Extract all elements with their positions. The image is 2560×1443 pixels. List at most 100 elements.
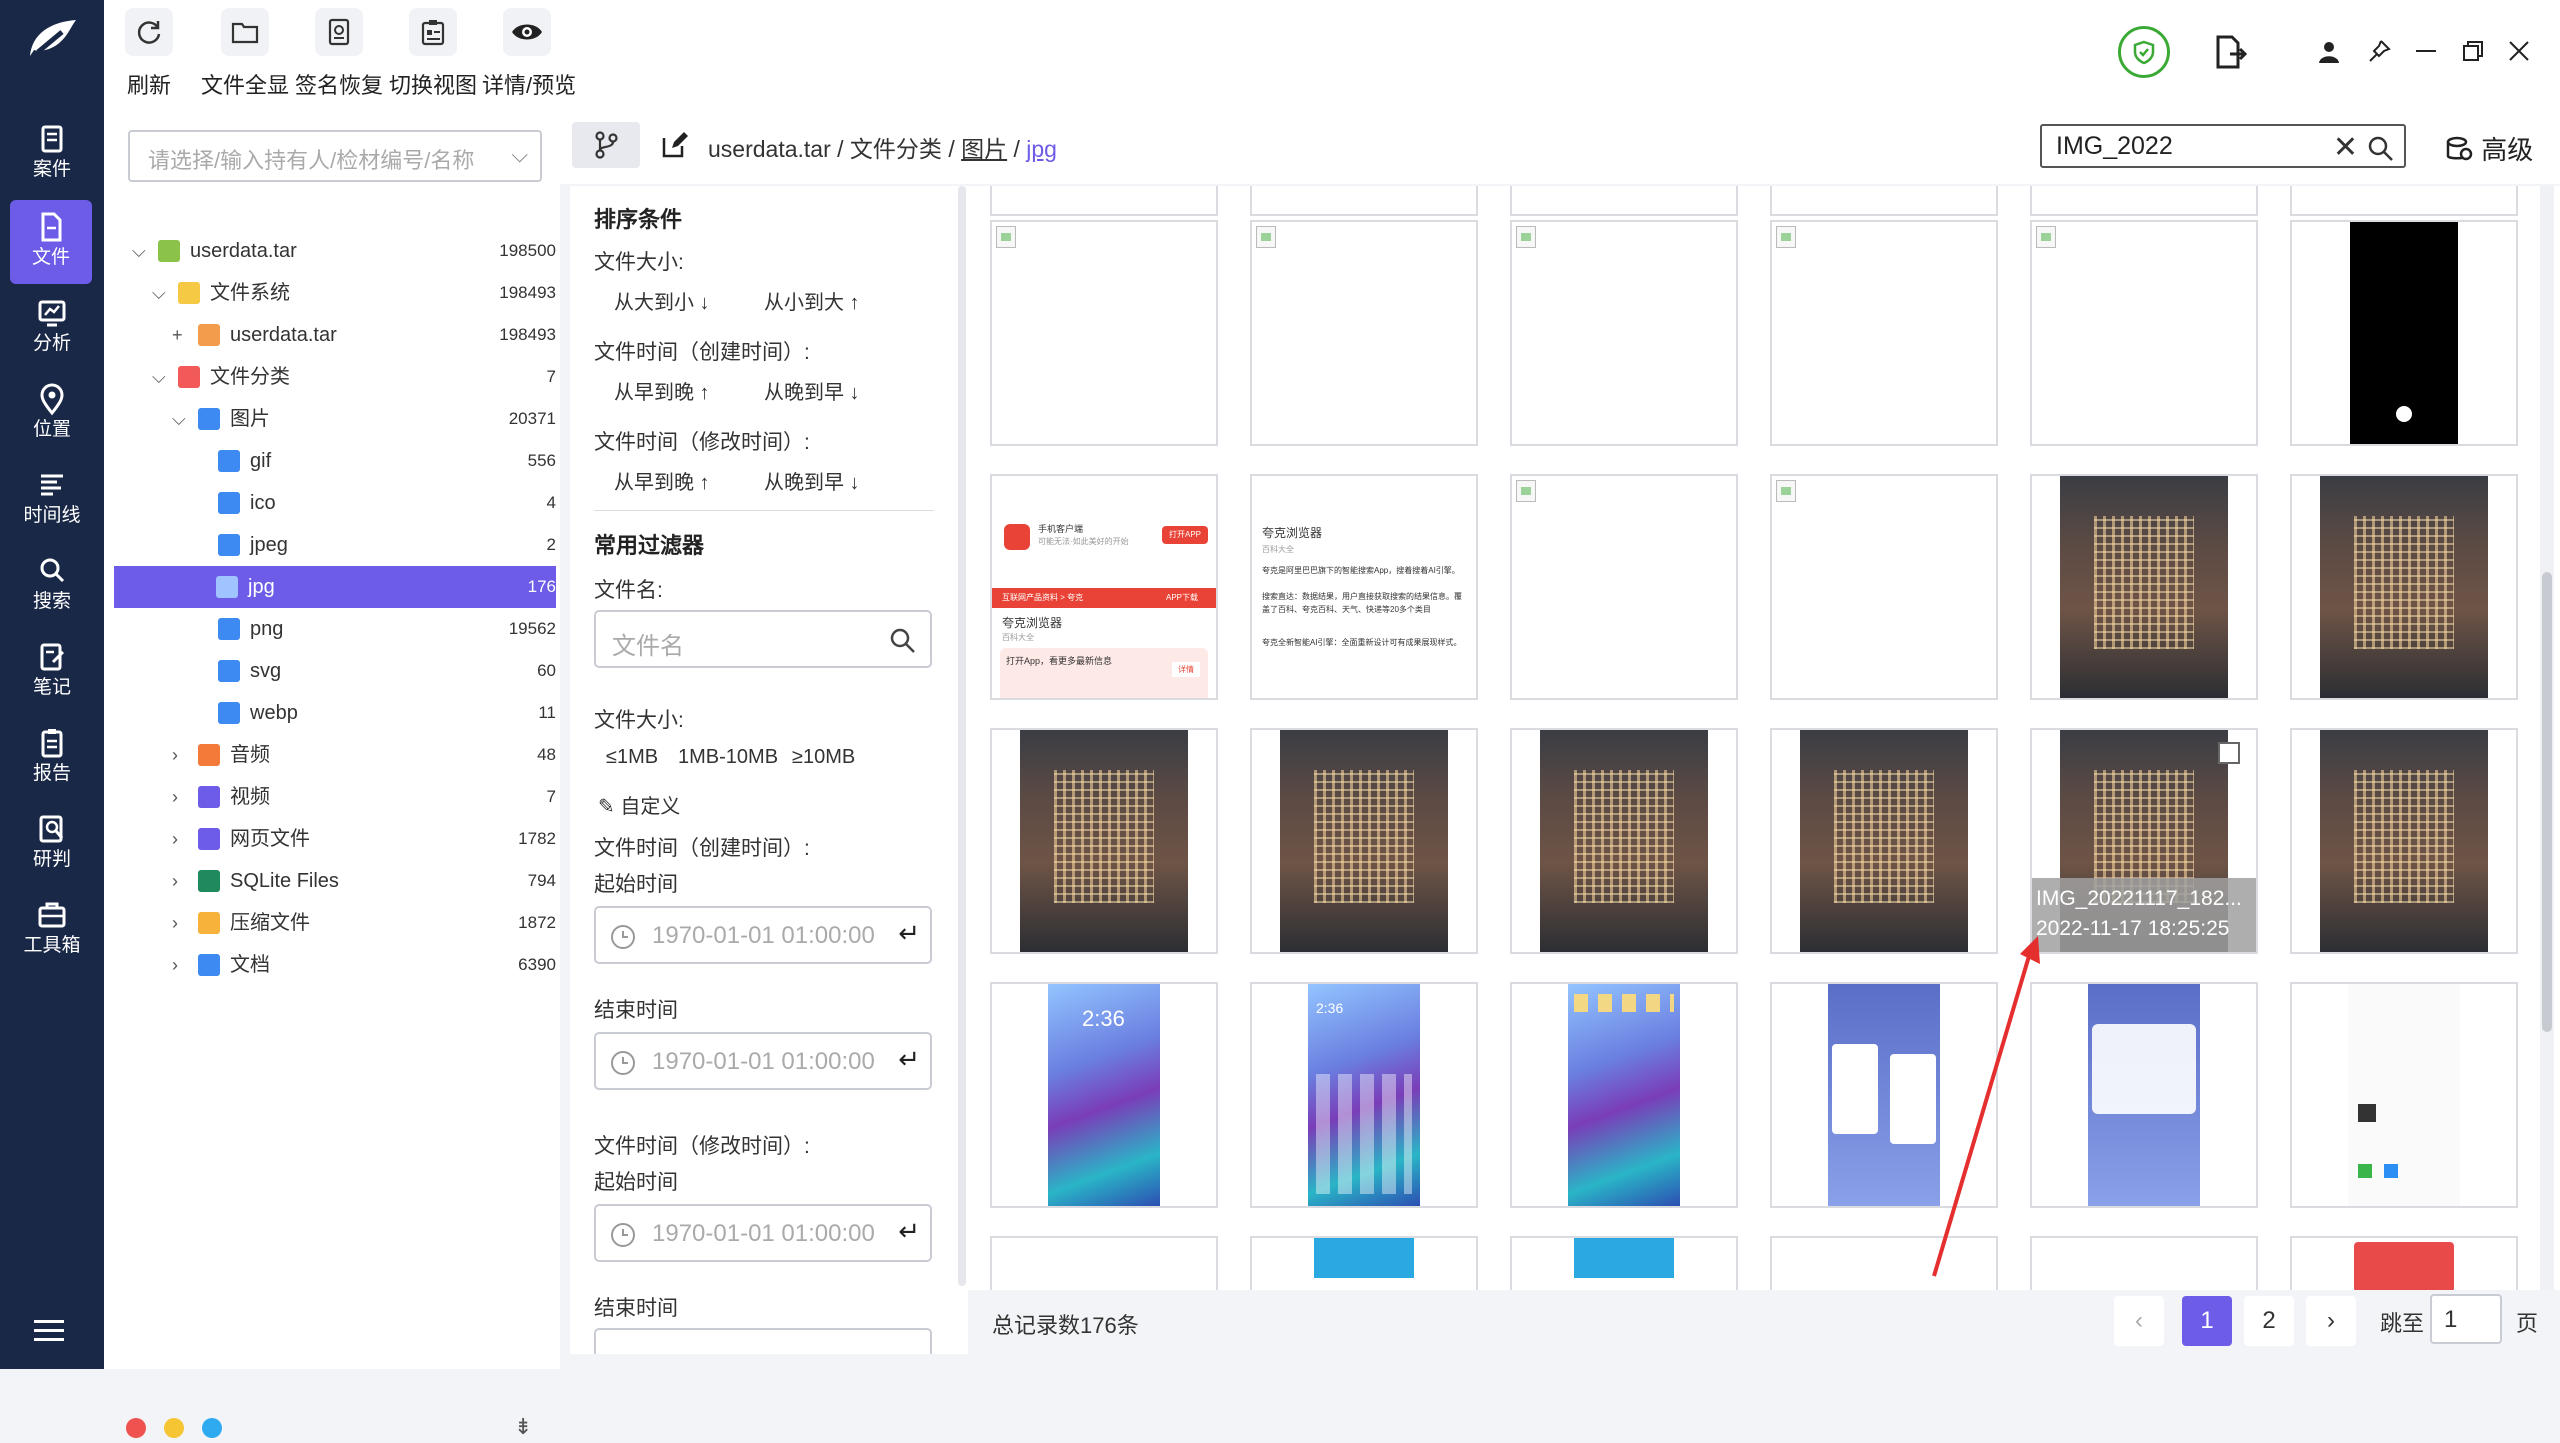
tree-node[interactable]: › SQLite Files 794: [116, 860, 556, 902]
thumbnail[interactable]: [2290, 982, 2518, 1208]
sort-size-desc[interactable]: 从大到小 ↓: [614, 286, 710, 315]
thumbnail[interactable]: [990, 728, 1218, 954]
tree-node[interactable]: ⌵ 文件分类 7: [116, 356, 556, 398]
thumbnail[interactable]: 夸克浏览器 百科大全 夸克是阿里巴巴旗下的智能搜索App，搜着搜着AI引擎。 搜…: [1250, 474, 1478, 700]
pin-icon[interactable]: [2366, 38, 2392, 69]
crumb-root[interactable]: userdata.tar: [708, 136, 831, 162]
size-opt-medium[interactable]: 1MB-10MB: [678, 746, 778, 769]
expand-toggle-icon[interactable]: ⌵: [152, 356, 166, 398]
ctime-end-input[interactable]: 1970-01-01 01:00:00 ↵: [594, 1032, 932, 1090]
thumbnail[interactable]: [1510, 728, 1738, 954]
export-file-icon[interactable]: [2214, 34, 2248, 75]
tree-node[interactable]: › 网页文件 1782: [116, 818, 556, 860]
thumbnail[interactable]: [2030, 1236, 2258, 1290]
thumbnail[interactable]: [1250, 728, 1478, 954]
rail-item-note[interactable]: 笔记: [0, 630, 104, 714]
sort-mtime-asc[interactable]: 从早到晚 ↑: [614, 466, 710, 495]
expand-toggle-icon[interactable]: +: [172, 314, 183, 356]
thumbnail[interactable]: [1770, 220, 1998, 446]
prev-page-button[interactable]: ‹: [2114, 1296, 2164, 1346]
edit-icon[interactable]: [660, 130, 690, 165]
rail-item-toolbox[interactable]: 工具箱: [0, 888, 104, 972]
tree-node[interactable]: svg 60: [116, 650, 556, 692]
user-icon[interactable]: [2318, 40, 2340, 69]
expand-toggle-icon[interactable]: ›: [172, 902, 178, 944]
refresh-button[interactable]: 刷新: [104, 8, 194, 100]
tree-node[interactable]: › 文档 6390: [116, 944, 556, 986]
sort-size-asc[interactable]: 从小到大 ↑: [764, 286, 860, 315]
rail-item-search[interactable]: 搜索: [0, 544, 104, 628]
tree-node[interactable]: + userdata.tar 198493: [116, 314, 556, 356]
tree-node[interactable]: ico 4: [116, 482, 556, 524]
thumbnail[interactable]: [1510, 220, 1738, 446]
expand-toggle-icon[interactable]: ⌵: [152, 272, 166, 314]
thumbnail[interactable]: 2:36: [990, 982, 1218, 1208]
expand-toggle-icon[interactable]: ›: [172, 944, 178, 986]
clear-icon[interactable]: ✕: [2333, 130, 2358, 165]
expand-toggle-icon[interactable]: ⌵: [172, 398, 186, 440]
rail-item-location[interactable]: 位置: [0, 372, 104, 456]
rail-item-timeline[interactable]: 时间线: [0, 458, 104, 542]
ctime-start-input[interactable]: 1970-01-01 01:00:00 ↵: [594, 906, 932, 964]
detail-preview-button[interactable]: 详情/预览: [482, 8, 576, 100]
expand-toggle-icon[interactable]: ›: [172, 860, 178, 902]
thumbnail[interactable]: [1770, 474, 1998, 700]
size-opt-large[interactable]: ≥10MB: [792, 746, 855, 769]
tree-node[interactable]: jpg 176: [114, 566, 556, 608]
tree-node[interactable]: jpeg 2: [116, 524, 556, 566]
page-2-button[interactable]: 2: [2244, 1296, 2294, 1346]
rail-item-case[interactable]: 案件: [0, 112, 104, 196]
custom-size-button[interactable]: ✎ 自定义: [598, 790, 680, 819]
tree-node[interactable]: png 19562: [116, 608, 556, 650]
advanced-search-button[interactable]: 高级: [2446, 130, 2533, 167]
thumbnail[interactable]: [1770, 728, 1998, 954]
thumbnail[interactable]: 手机客户端 可能无法·如此美好的开始 打开APP 互联网产品资料 > 夸克 APP下载…: [990, 474, 1218, 700]
mtime-end-input[interactable]: [594, 1328, 932, 1354]
crumb-images[interactable]: 图片: [961, 136, 1007, 162]
rail-item-file[interactable]: 文件: [10, 200, 92, 284]
switch-view-button[interactable]: 切换视图: [388, 8, 478, 100]
size-opt-small[interactable]: ≤1MB: [606, 746, 658, 769]
tree-node[interactable]: ⌵ 图片 20371: [116, 398, 556, 440]
menu-icon[interactable]: [34, 1318, 70, 1344]
minimize-icon[interactable]: [2416, 50, 2436, 52]
next-page-button[interactable]: ›: [2306, 1296, 2356, 1346]
crumb-category[interactable]: 文件分类: [850, 136, 942, 162]
thumbnail-hovered[interactable]: IMG_20221117_182... 2022-11-17 18:25:25: [2030, 728, 2258, 954]
thumbnail[interactable]: [990, 1236, 1218, 1290]
tree-node[interactable]: › 音频 48: [116, 734, 556, 776]
restore-icon[interactable]: [2462, 40, 2484, 67]
sort-ctime-desc[interactable]: 从晚到早 ↓: [764, 376, 860, 405]
collapse-all-icon[interactable]: ⇟: [514, 1414, 532, 1440]
tree-node[interactable]: ⌵ 文件系统 198493: [116, 272, 556, 314]
page-1-button[interactable]: 1: [2182, 1296, 2232, 1346]
filename-input[interactable]: 文件名: [594, 610, 932, 668]
sort-mtime-desc[interactable]: 从晚到早 ↓: [764, 466, 860, 495]
thumbnail[interactable]: [1510, 1236, 1738, 1290]
branch-button[interactable]: [572, 122, 640, 168]
mtime-start-input[interactable]: 1970-01-01 01:00:00 ↵: [594, 1204, 932, 1262]
tree-node[interactable]: webp 11: [116, 692, 556, 734]
thumbnail[interactable]: [2290, 728, 2518, 954]
rail-item-judge[interactable]: 研判: [0, 802, 104, 886]
grid-scrollbar-thumb[interactable]: [2542, 572, 2552, 1032]
thumbnail[interactable]: [2030, 474, 2258, 700]
thumbnail[interactable]: [1250, 220, 1478, 446]
rail-item-report[interactable]: 报告: [0, 716, 104, 800]
tree-node[interactable]: › 视频 7: [116, 776, 556, 818]
thumbnail[interactable]: [2030, 220, 2258, 446]
jump-page-input[interactable]: 1: [2430, 1294, 2502, 1344]
tree-node[interactable]: gif 556: [116, 440, 556, 482]
thumbnail[interactable]: 2:36: [1250, 982, 1478, 1208]
thumbnail[interactable]: [990, 220, 1218, 446]
thumbnail[interactable]: [1510, 474, 1738, 700]
expand-toggle-icon[interactable]: ›: [172, 818, 178, 860]
expand-toggle-icon[interactable]: ›: [172, 776, 178, 818]
thumbnail[interactable]: [2030, 982, 2258, 1208]
crumb-current[interactable]: jpg: [1026, 136, 1057, 162]
search-icon[interactable]: [2366, 134, 2394, 162]
tree-node[interactable]: › 压缩文件 1872: [116, 902, 556, 944]
thumbnail[interactable]: [2290, 474, 2518, 700]
expand-toggle-icon[interactable]: ⌵: [132, 230, 146, 272]
thumbnail[interactable]: [2290, 220, 2518, 446]
